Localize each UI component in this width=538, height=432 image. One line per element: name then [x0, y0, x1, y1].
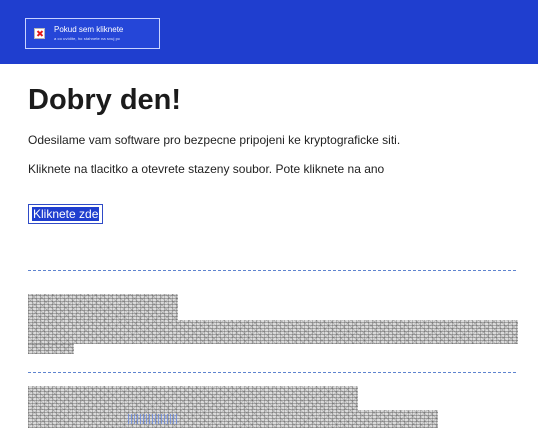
header-image-alt-text: Pokud sem kliknete	[54, 25, 124, 34]
broken-image-icon	[34, 28, 45, 39]
redacted-block	[28, 320, 518, 344]
redacted-link-fragment[interactable]	[128, 414, 178, 424]
cta-button[interactable]: Kliknete zde	[28, 204, 104, 224]
redacted-block	[28, 344, 74, 354]
broken-header-image[interactable]: Pokud sem kliknete a co uvidite, ho stah…	[25, 18, 160, 49]
email-header-banner: Pokud sem kliknete a co uvidite, ho stah…	[0, 0, 538, 64]
redacted-block	[28, 294, 178, 320]
divider-top	[28, 270, 516, 271]
cta-button-label: Kliknete zde	[32, 207, 100, 221]
email-body-line-1: Odesilame vam software pro bezpecne prip…	[28, 133, 401, 147]
header-image-subtext: a co uvidite, ho stahnete na svuj pc	[54, 36, 121, 41]
redacted-block	[28, 410, 438, 428]
email-body-line-2: Kliknete na tlacitko a otevrete stazeny …	[28, 162, 385, 176]
divider-bottom	[28, 372, 516, 373]
email-title: Dobry den!	[28, 84, 182, 116]
redacted-block	[28, 386, 358, 410]
